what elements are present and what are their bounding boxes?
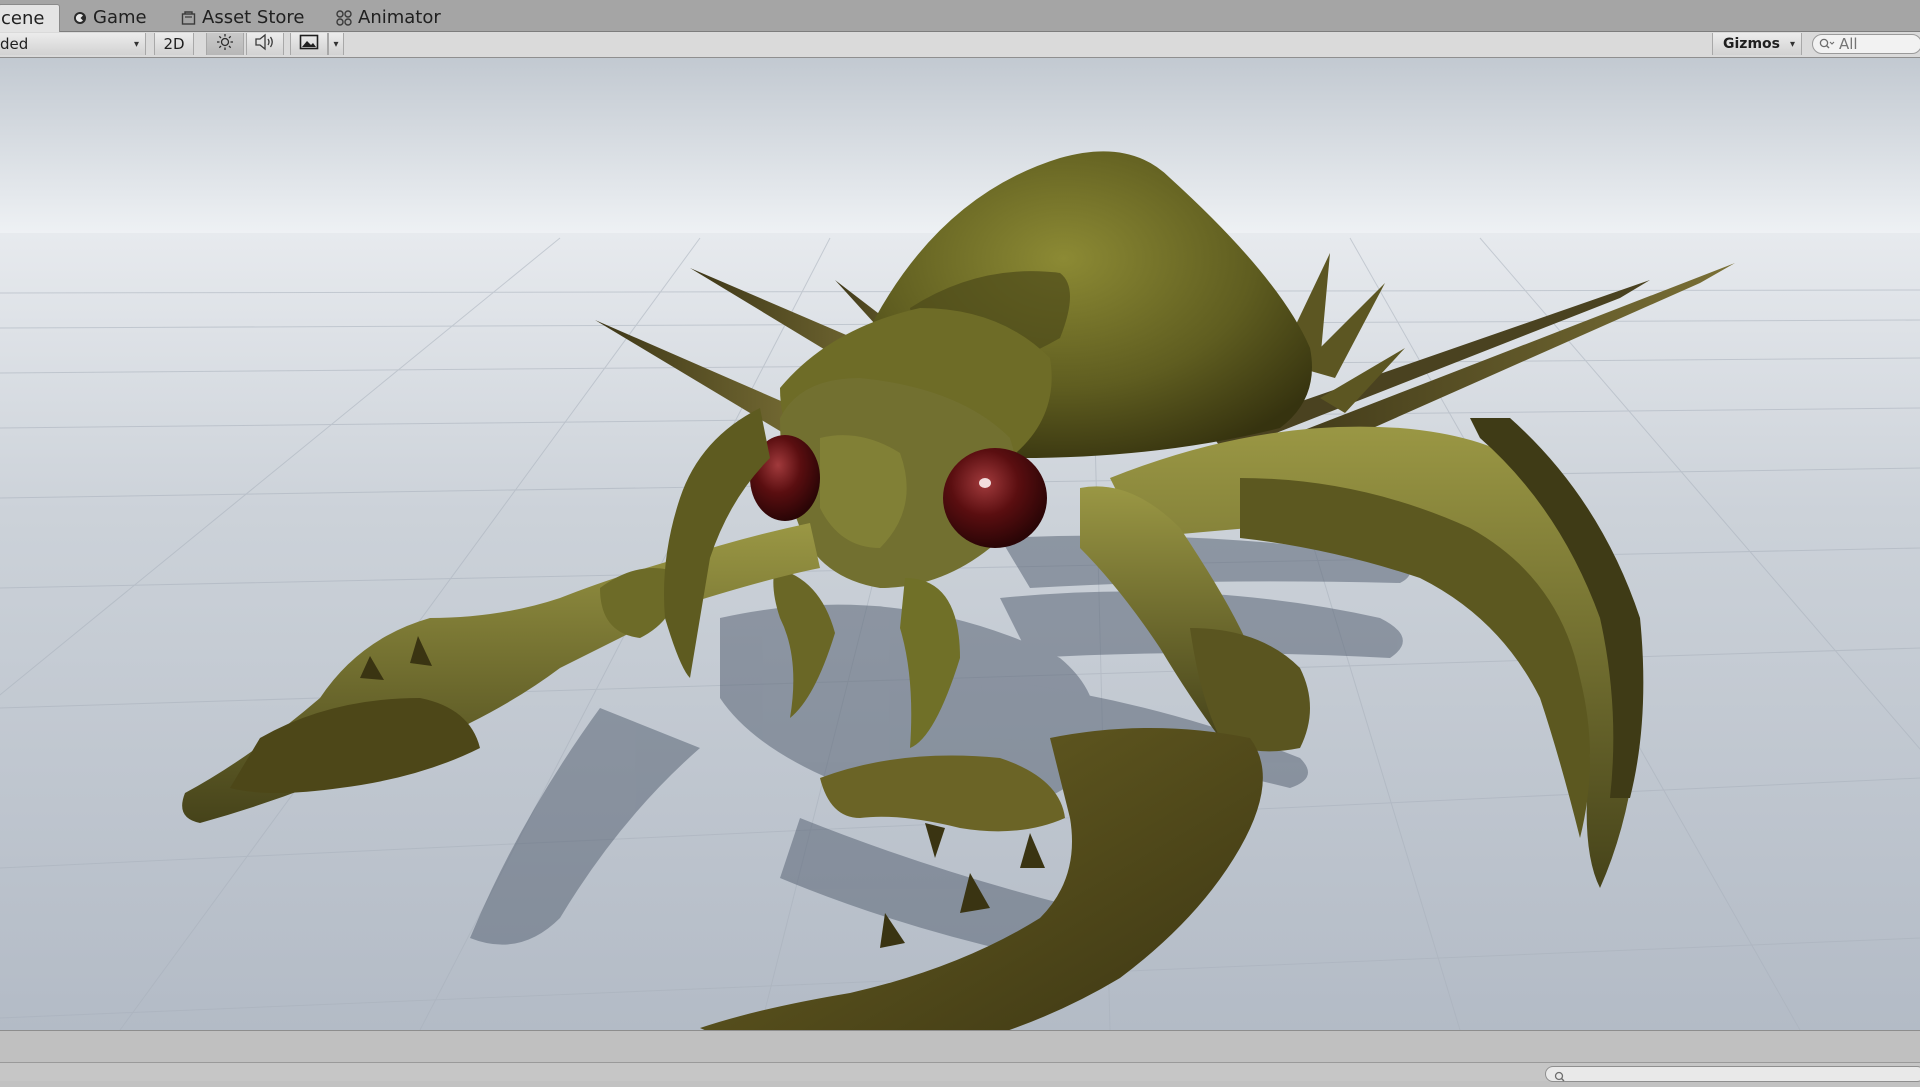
scene-render <box>0 58 1920 1030</box>
shading-mode-value: ded <box>0 35 29 53</box>
tab-animator-label: Animator <box>358 7 441 28</box>
bottom-panel-bar <box>0 1062 1920 1082</box>
sun-icon <box>216 33 234 55</box>
scene-effects-dropdown[interactable]: ▾ <box>328 33 344 55</box>
creature-eye-right <box>943 448 1047 548</box>
scene-effects-toggle[interactable] <box>290 33 328 55</box>
tab-scene-label: cene <box>1 8 45 29</box>
image-icon <box>299 34 319 54</box>
game-icon <box>73 11 87 25</box>
tab-animator[interactable]: Animator <box>336 4 441 31</box>
speaker-icon <box>254 33 276 55</box>
chevron-down-icon: ▾ <box>1789 38 1795 50</box>
search-icon <box>1554 1068 1566 1087</box>
tab-asset-store-label: Asset Store <box>202 7 305 28</box>
scene-toolbar: ded ▾ 2D ▾ Gizmos ▾ <box>0 32 1920 58</box>
gizmos-label: Gizmos <box>1723 36 1780 52</box>
hierarchy-search[interactable] <box>1812 34 1920 54</box>
status-bar <box>0 1030 1920 1063</box>
tab-game[interactable]: Game <box>73 4 147 31</box>
animator-icon <box>336 9 352 26</box>
scene-audio-toggle[interactable] <box>246 33 284 55</box>
toggle-2d-button[interactable]: 2D <box>154 33 194 55</box>
scene-lighting-toggle[interactable] <box>206 33 244 55</box>
editor-tab-strip: cene Game Asset Store Animator <box>0 0 1920 32</box>
search-icon <box>1819 35 1835 54</box>
tab-game-label: Game <box>93 7 147 28</box>
shading-mode-dropdown[interactable]: ded ▾ <box>0 33 146 55</box>
chevron-down-icon: ▾ <box>133 38 139 50</box>
tab-asset-store[interactable]: Asset Store <box>181 4 305 31</box>
chevron-down-icon: ▾ <box>333 38 339 50</box>
search-input[interactable] <box>1835 35 1919 53</box>
toggle-2d-label: 2D <box>163 35 185 53</box>
scene-viewport[interactable] <box>0 58 1920 1030</box>
asset-store-icon <box>181 10 196 25</box>
tab-scene[interactable]: cene <box>0 4 60 32</box>
gizmos-dropdown[interactable]: Gizmos ▾ <box>1712 33 1802 55</box>
